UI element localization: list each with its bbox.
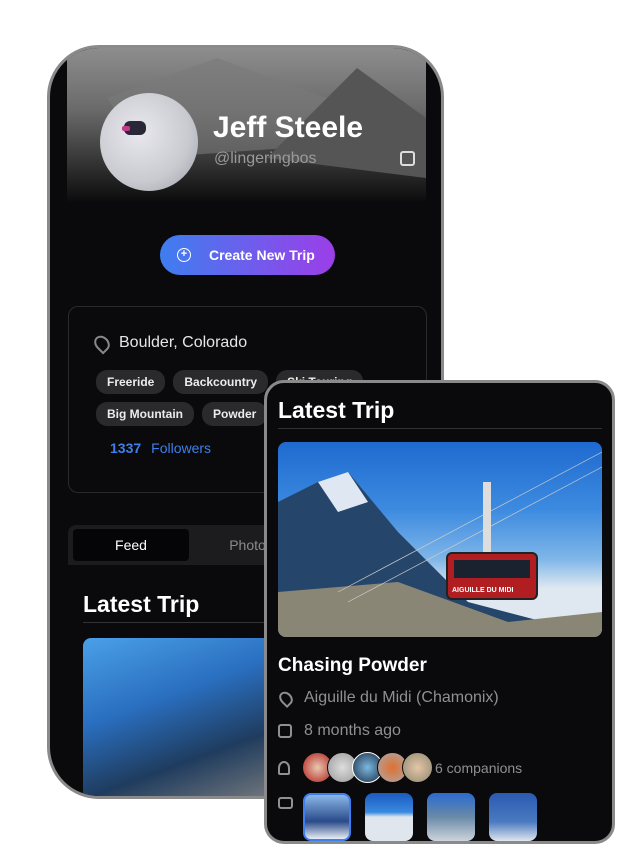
tag: Freeride: [96, 370, 166, 394]
location-pin-icon: [91, 332, 113, 354]
latest-trip-heading: Latest Trip: [278, 397, 395, 423]
trip-location-text: Aiguille du Midi (Chamonix): [304, 689, 499, 706]
location-text: Boulder, Colorado: [119, 334, 248, 351]
latest-trip-card: Latest Trip AIGUILLE DU MIDI Chasing Pow…: [264, 380, 615, 844]
followers-label: Followers: [151, 440, 212, 456]
trip-location: Aiguille du Midi (Chamonix): [276, 688, 499, 708]
photo-thumbnail[interactable]: [365, 793, 413, 841]
calendar-icon: [278, 724, 292, 738]
photo-thumbnail[interactable]: [427, 793, 475, 841]
followers-count: 1337: [110, 440, 142, 456]
trip-photos: [278, 793, 537, 841]
gondola-sign: AIGUILLE DU MIDI: [452, 587, 514, 594]
user-icon: [278, 760, 290, 775]
avatar[interactable]: [100, 93, 198, 191]
companion-avatars: [302, 752, 433, 783]
avatar: [402, 752, 433, 783]
profile-name: Jeff Steele: [213, 111, 364, 144]
tag: Big Mountain: [96, 402, 194, 426]
profile-cover-image: Jeff Steele @lingeringbos: [67, 48, 426, 203]
trip-image[interactable]: AIGUILLE DU MIDI: [278, 442, 602, 637]
divider: [278, 428, 602, 429]
plus-circle-icon: +: [177, 248, 191, 262]
gondola: AIGUILLE DU MIDI: [446, 552, 538, 600]
trip-companions[interactable]: 6 companions: [278, 752, 522, 783]
companions-count: 6 companions: [435, 759, 523, 776]
tab-feed[interactable]: Feed: [73, 529, 189, 561]
tag: Backcountry: [173, 370, 269, 394]
tag: Powder: [201, 402, 268, 426]
profile-handle: @lingeringbos: [214, 150, 317, 167]
followers-link[interactable]: 1337 Followers: [110, 440, 211, 456]
photo-thumbnail[interactable]: [489, 793, 537, 841]
trip-date-text: 8 months ago: [304, 722, 401, 739]
create-new-trip-button[interactable]: + Create New Trip: [160, 235, 335, 275]
camera-icon: [278, 797, 293, 809]
photo-thumbnail[interactable]: [303, 793, 351, 841]
trip-date: 8 months ago: [278, 722, 401, 740]
location-pin-icon: [276, 688, 296, 708]
edit-icon[interactable]: [400, 151, 415, 166]
latest-trip-heading: Latest Trip: [83, 591, 200, 617]
trip-title: Chasing Powder: [278, 655, 427, 676]
create-new-trip-label: Create New Trip: [209, 247, 315, 263]
